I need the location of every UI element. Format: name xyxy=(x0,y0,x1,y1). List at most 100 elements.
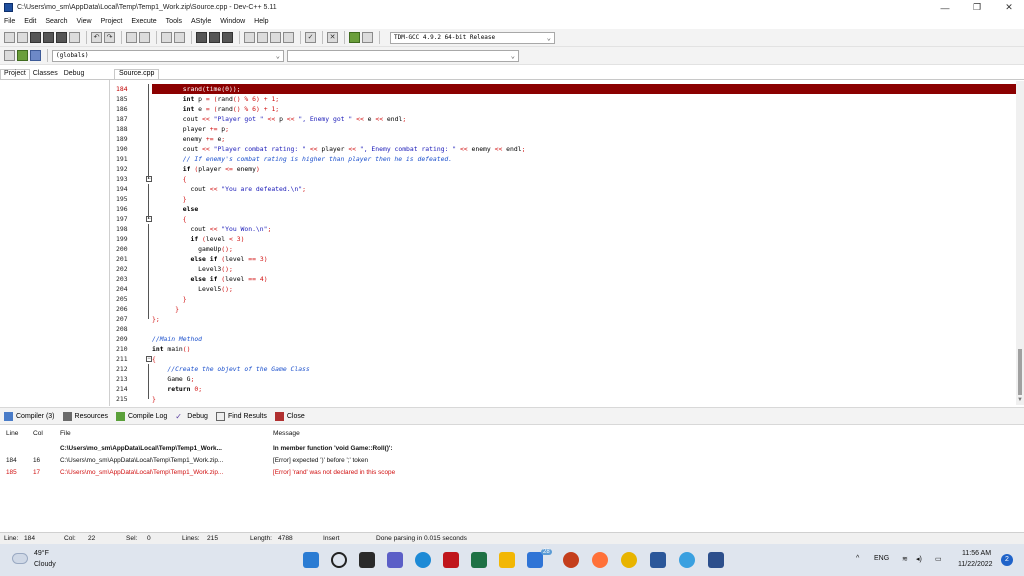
column-header-file[interactable]: File xyxy=(60,430,71,437)
run-icon[interactable] xyxy=(209,32,220,43)
tab-classes[interactable]: Classes xyxy=(30,70,61,79)
menu-astyle[interactable]: AStyle xyxy=(191,18,211,25)
code-line[interactable]: } xyxy=(152,194,1016,204)
netflix-icon[interactable] xyxy=(443,552,459,568)
replace-icon[interactable] xyxy=(139,32,150,43)
add-file-icon[interactable] xyxy=(270,32,281,43)
message-row-1-col[interactable]: 16 xyxy=(33,457,40,464)
code-line[interactable]: int e = (rand() % 6) + 1; xyxy=(152,104,1016,114)
code-line[interactable]: else if (level == 3) xyxy=(152,254,1016,264)
code-line[interactable]: { xyxy=(152,174,1016,184)
volume-icon[interactable]: ◂) xyxy=(916,555,922,563)
code-line[interactable]: }; xyxy=(152,314,1016,324)
new-file-icon[interactable] xyxy=(4,32,15,43)
code-line[interactable]: { xyxy=(152,214,1016,224)
menu-edit[interactable]: Edit xyxy=(24,18,36,25)
print-icon[interactable] xyxy=(69,32,80,43)
show-hidden-icons-chevron-icon[interactable]: ^ xyxy=(856,555,859,562)
weather-temperature[interactable]: 49°F xyxy=(34,550,49,557)
globals-select[interactable]: (globals) ⌄ xyxy=(52,49,284,62)
code-line[interactable]: else if (level == 4) xyxy=(152,274,1016,284)
language-indicator[interactable]: ENG xyxy=(874,555,889,562)
message-row-2-file[interactable]: C:\Users\mo_sm\AppData\Local\Temp\Temp1_… xyxy=(60,469,223,476)
code-line[interactable]: cout << "Player got " << p << ", Enemy g… xyxy=(152,114,1016,124)
task-view-icon[interactable] xyxy=(359,552,375,568)
project-options-icon[interactable] xyxy=(257,32,268,43)
editor-vertical-scrollbar[interactable]: ▼ xyxy=(1016,81,1024,405)
menu-view[interactable]: View xyxy=(77,18,92,25)
scroll-thumb[interactable] xyxy=(1018,349,1022,395)
search-icon[interactable] xyxy=(331,552,347,568)
tab-compile-log[interactable]: Compile Log xyxy=(115,411,167,421)
tab-compiler[interactable]: Compiler (3) xyxy=(4,411,55,421)
new-class-icon[interactable] xyxy=(244,32,255,43)
members-select[interactable]: ⌄ xyxy=(287,49,519,62)
toggle-bookmark-icon[interactable] xyxy=(17,50,28,61)
unindent-icon[interactable] xyxy=(174,32,185,43)
battery-icon[interactable]: ▭ xyxy=(935,555,942,563)
code-line[interactable]: enemy += e; xyxy=(152,134,1016,144)
message-row-2-message[interactable]: [Error] 'rand' was not declared in this … xyxy=(273,469,395,476)
chrome-profile-icon[interactable] xyxy=(679,552,695,568)
code-line[interactable]: //Create the objevt of the Game Class xyxy=(152,364,1016,374)
word-icon[interactable] xyxy=(650,552,666,568)
tab-resources[interactable]: Resources xyxy=(62,411,108,421)
code-line[interactable]: if (player <= enemy) xyxy=(152,164,1016,174)
tab-source-cpp[interactable]: Source.cpp xyxy=(114,69,160,79)
firefox-icon[interactable] xyxy=(592,552,608,568)
code-line[interactable]: cout << "Player combat rating: " << play… xyxy=(152,144,1016,154)
code-line[interactable]: } xyxy=(152,304,1016,314)
code-line[interactable]: cout << "You are defeated.\n"; xyxy=(152,184,1016,194)
menu-help[interactable]: Help xyxy=(254,18,268,25)
tab-find-results[interactable]: Find Results xyxy=(215,411,267,421)
compiler-select[interactable]: TDM-GCC 4.9.2 64-bit Release ⌄ xyxy=(390,31,555,44)
maximize-button[interactable]: ❐ xyxy=(962,0,992,15)
code-area[interactable]: srand(time(0)); int p = (rand() % 6) + 1… xyxy=(152,81,1016,405)
message-row-0-file[interactable]: C:\Users\mo_sm\AppData\Local\Temp\Temp1_… xyxy=(60,445,222,452)
undo-icon[interactable]: ↶ xyxy=(91,32,102,43)
code-line[interactable]: Game G; xyxy=(152,374,1016,384)
code-line[interactable]: Level5(); xyxy=(152,284,1016,294)
code-line[interactable]: if (level < 3) xyxy=(152,234,1016,244)
redo-icon[interactable]: ↷ xyxy=(104,32,115,43)
scroll-down-arrow-icon[interactable]: ▼ xyxy=(1016,397,1024,405)
close-file-icon[interactable] xyxy=(56,32,67,43)
message-row-1-file[interactable]: C:\Users\mo_sm\AppData\Local\Temp\Temp1_… xyxy=(60,457,223,464)
save-all-icon[interactable] xyxy=(43,32,54,43)
code-line[interactable]: int p = (rand() % 6) + 1; xyxy=(152,94,1016,104)
tab-debug-output[interactable]: ✓ Debug xyxy=(175,412,208,421)
message-row-1-line[interactable]: 184 xyxy=(6,457,17,464)
wifi-icon[interactable]: ≋ xyxy=(902,555,908,563)
menu-file[interactable]: File xyxy=(4,18,15,25)
compile-run-icon[interactable] xyxy=(222,32,233,43)
minimize-button[interactable]: — xyxy=(930,0,960,15)
goto-bookmark-icon[interactable] xyxy=(30,50,41,61)
code-line[interactable]: srand(time(0)); xyxy=(152,84,1016,94)
remove-file-icon[interactable] xyxy=(283,32,294,43)
clock-time[interactable]: 11:56 AM xyxy=(962,550,991,557)
powerpoint-icon[interactable] xyxy=(563,552,579,568)
code-line[interactable]: { xyxy=(152,354,1016,364)
stop-icon[interactable]: ✕ xyxy=(327,32,338,43)
code-line[interactable] xyxy=(152,324,1016,334)
menu-search[interactable]: Search xyxy=(45,18,67,25)
message-row-2-col[interactable]: 17 xyxy=(33,469,40,476)
code-line[interactable]: else xyxy=(152,204,1016,214)
code-line[interactable]: } xyxy=(152,294,1016,304)
menu-tools[interactable]: Tools xyxy=(166,18,182,25)
code-line[interactable]: //Main Method xyxy=(152,334,1016,344)
column-header-message[interactable]: Message xyxy=(273,430,300,437)
tab-close[interactable]: Close xyxy=(274,411,305,421)
profile-icon[interactable] xyxy=(362,32,373,43)
weather-condition[interactable]: Cloudy xyxy=(34,561,56,568)
column-header-col[interactable]: Col xyxy=(33,430,43,437)
excel-icon[interactable] xyxy=(471,552,487,568)
code-line[interactable]: int main() xyxy=(152,344,1016,354)
check-syntax-icon[interactable]: ✓ xyxy=(305,32,316,43)
edge-browser-icon[interactable] xyxy=(415,552,431,568)
start-icon[interactable] xyxy=(303,552,319,568)
menu-window[interactable]: Window xyxy=(220,18,245,25)
notification-count-badge[interactable]: 2 xyxy=(1001,554,1013,566)
find-icon[interactable] xyxy=(126,32,137,43)
chart-icon[interactable] xyxy=(349,32,360,43)
